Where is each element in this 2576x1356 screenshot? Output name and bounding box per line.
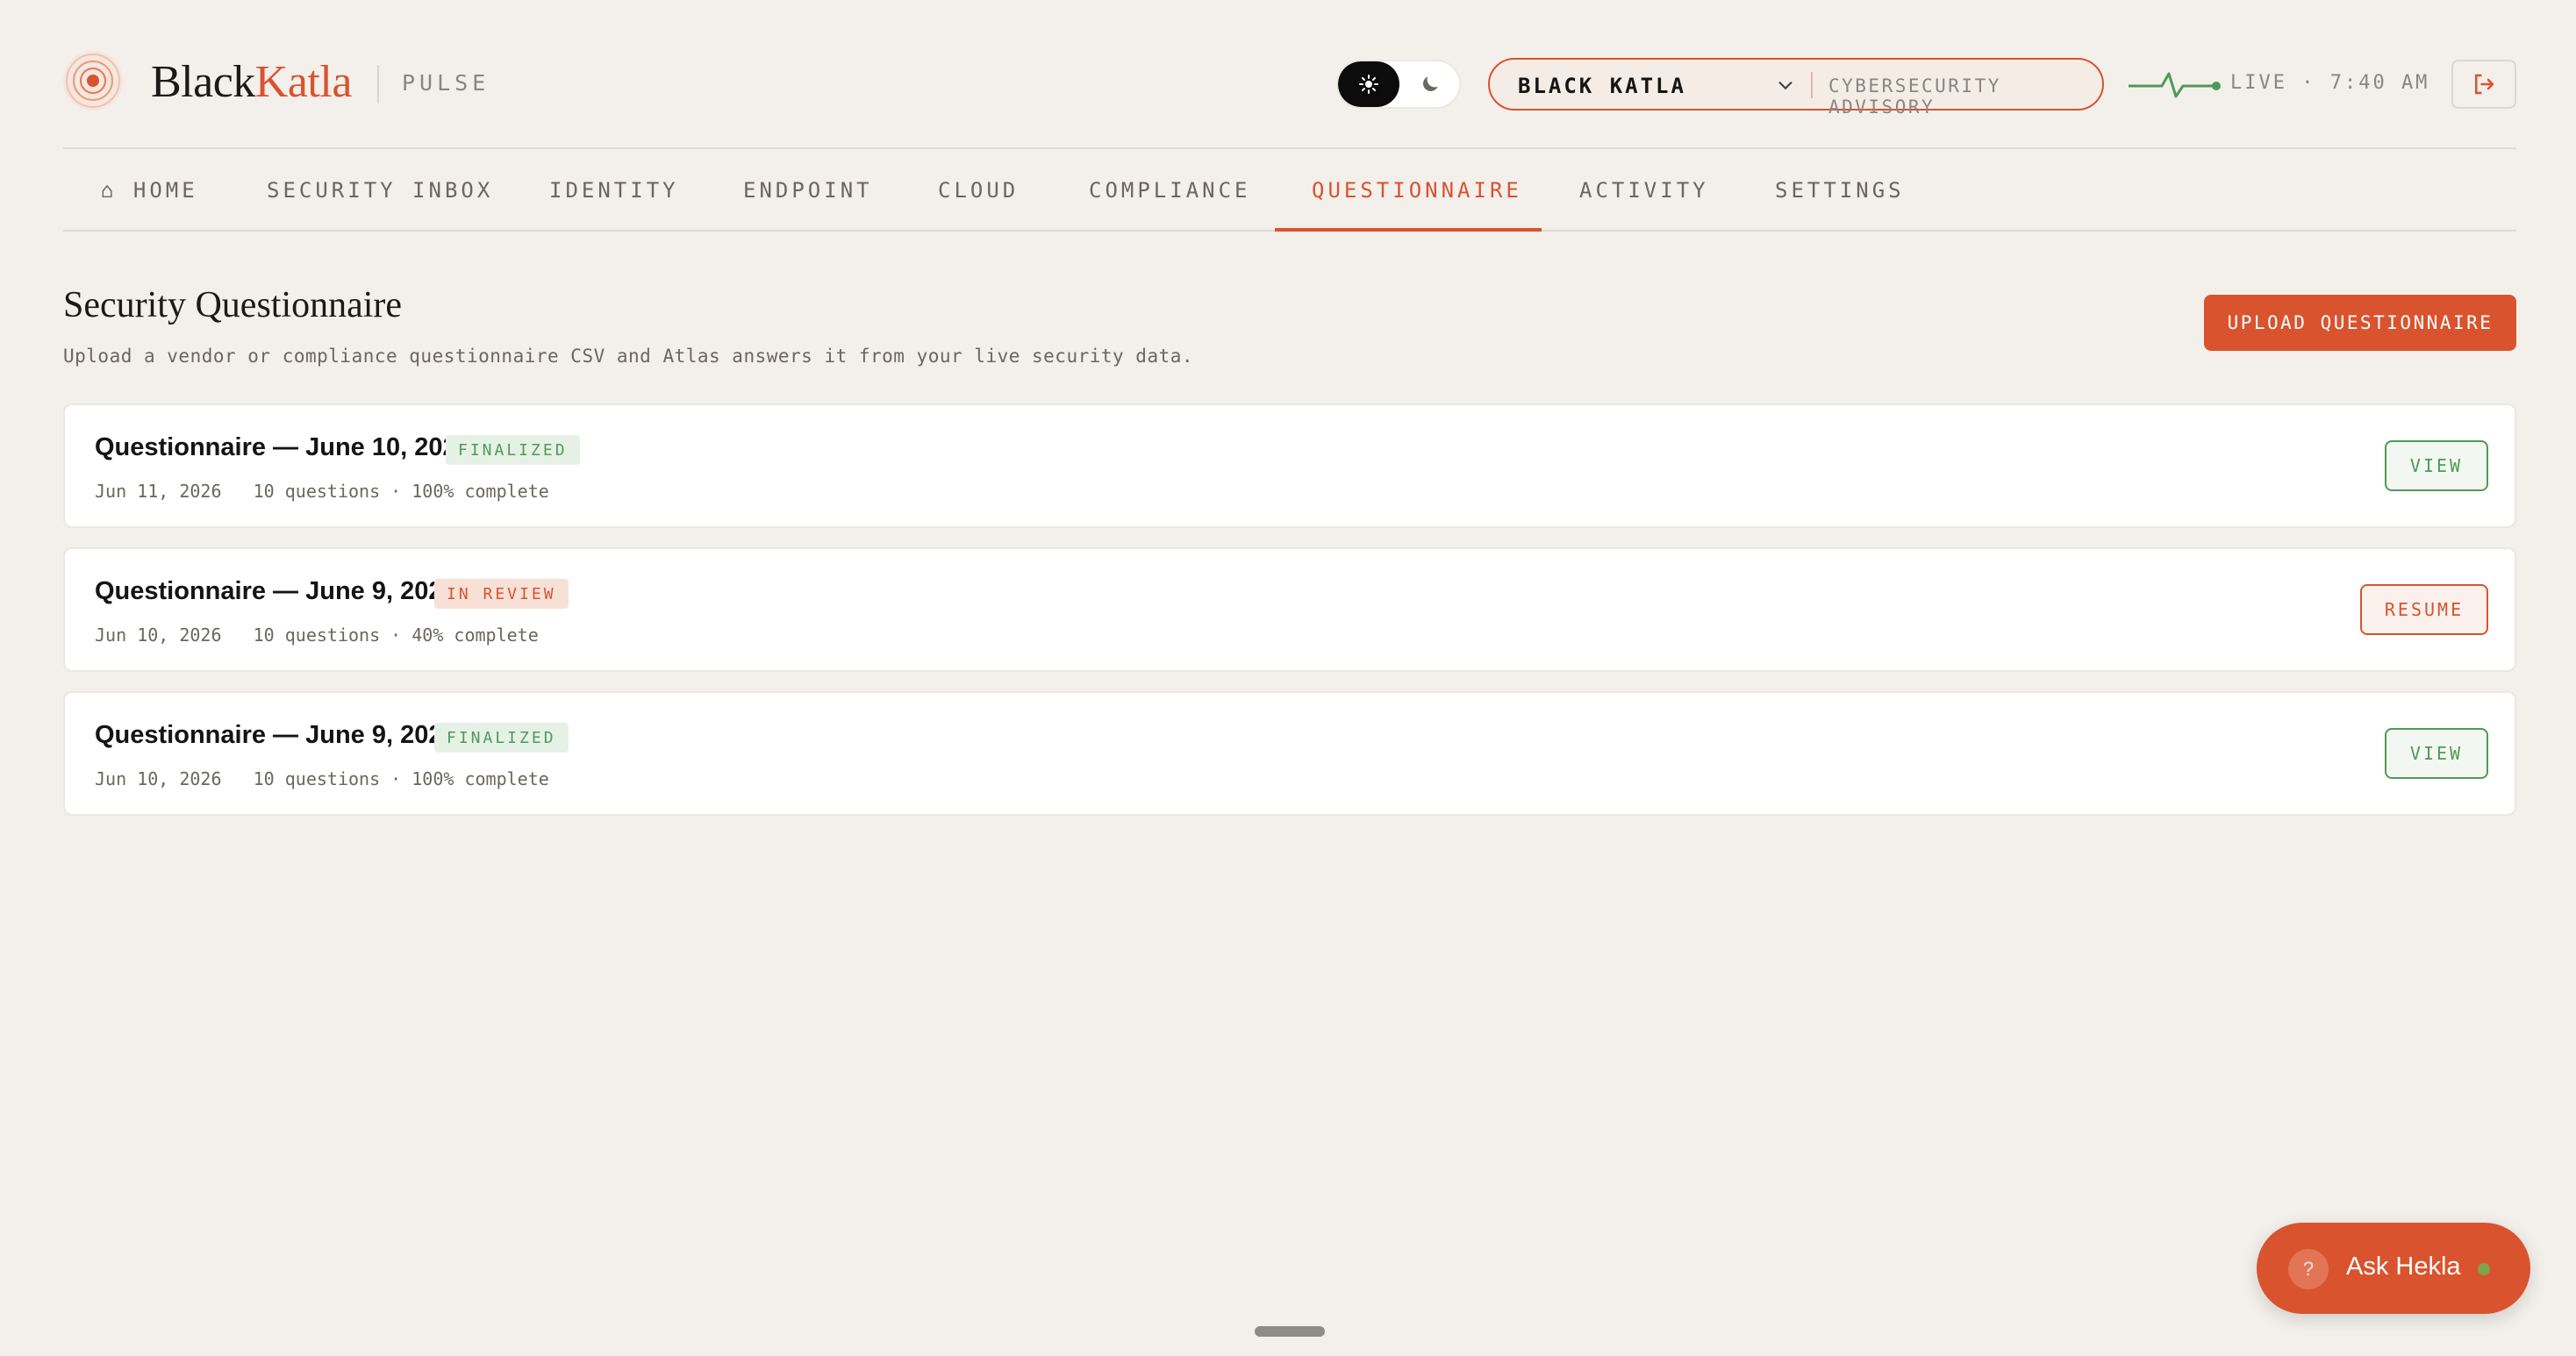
questionnaire-date: Jun 11, 2026	[95, 481, 222, 502]
sun-icon	[1359, 75, 1378, 94]
questionnaire-card[interactable]: Questionnaire — June 9, 2026 FINALIZED J…	[63, 691, 2516, 816]
target-rings-icon[interactable]	[63, 51, 123, 111]
questionnaire-progress: 100% complete	[411, 768, 549, 789]
page-subtitle: Upload a vendor or compliance questionna…	[63, 346, 1194, 367]
questionnaire-question-count: 10 questions	[253, 768, 381, 789]
questionnaire-card[interactable]: Questionnaire — June 9, 2026 IN REVIEW J…	[63, 547, 2516, 672]
product-name: PULSE	[402, 70, 490, 96]
upload-questionnaire-button[interactable]: UPLOAD QUESTIONNAIRE	[2204, 295, 2516, 351]
moon-icon	[1423, 76, 1438, 91]
questionnaire-title: Questionnaire — June 9, 2026	[95, 577, 457, 605]
meta-separator: ·	[390, 624, 402, 646]
logout-button[interactable]	[2451, 60, 2516, 109]
light-theme-option[interactable]	[1338, 61, 1399, 107]
questionnaire-progress: 40% complete	[411, 624, 539, 646]
questionnaire-card[interactable]: Questionnaire — June 10, 2026 FINALIZED …	[63, 403, 2516, 528]
ask-hekla-button[interactable]: ? Ask Hekla	[2257, 1223, 2530, 1314]
main-navigation: ⌂ HOME SECURITY INBOX IDENTITY ENDPOINT …	[63, 147, 2516, 232]
status-badge: FINALIZED	[434, 723, 569, 753]
status-badge: FINALIZED	[446, 435, 580, 465]
active-tab-indicator	[1275, 228, 1542, 232]
theme-toggle[interactable]	[1336, 60, 1461, 109]
tab-activity[interactable]: ACTIVITY	[1579, 149, 1709, 232]
ask-hekla-label: Ask Hekla	[2346, 1253, 2461, 1281]
tab-security-inbox[interactable]: SECURITY INBOX	[267, 149, 493, 232]
meta-separator: ·	[390, 768, 402, 789]
help-icon: ?	[2288, 1249, 2329, 1289]
questionnaire-title: Questionnaire — June 10, 2026	[95, 433, 471, 461]
questionnaire-title: Questionnaire — June 9, 2026	[95, 721, 457, 749]
tab-identity[interactable]: IDENTITY	[549, 149, 679, 232]
questionnaire-progress: 100% complete	[411, 481, 549, 502]
questionnaire-question-count: 10 questions	[253, 624, 381, 646]
logout-icon	[2475, 74, 2494, 95]
tab-endpoint[interactable]: ENDPOINT	[743, 149, 873, 232]
brand-name[interactable]: BlackKatla	[151, 58, 352, 107]
tab-cloud[interactable]: CLOUD	[938, 149, 1019, 232]
tab-compliance[interactable]: COMPLIANCE	[1089, 149, 1251, 232]
chevron-down-icon	[1778, 82, 1792, 90]
tab-settings[interactable]: SETTINGS	[1775, 149, 1905, 232]
questionnaire-meta: Jun 10, 2026 10 questions · 40% complete	[95, 624, 539, 646]
brand-divider	[377, 65, 379, 103]
view-button[interactable]: VIEW	[2385, 728, 2488, 779]
online-status-dot	[2478, 1263, 2490, 1275]
dark-theme-option[interactable]	[1399, 61, 1459, 107]
heartbeat-icon	[2129, 72, 2221, 98]
app-header: BlackKatla PULSE BLACK KATLA CYBERSECURI…	[63, 51, 2516, 147]
resume-button[interactable]: RESUME	[2360, 584, 2488, 635]
questionnaire-question-count: 10 questions	[253, 481, 381, 502]
page-title: Security Questionnaire	[63, 285, 403, 325]
questionnaire-date: Jun 10, 2026	[95, 624, 222, 646]
questionnaire-meta: Jun 10, 2026 10 questions · 100% complet…	[95, 768, 549, 789]
meta-separator: ·	[390, 481, 402, 502]
home-indicator[interactable]	[1255, 1326, 1325, 1337]
questionnaire-date: Jun 10, 2026	[95, 768, 222, 789]
brand-name-part2: Katla	[254, 57, 353, 107]
brand-name-part1: Black	[151, 57, 255, 107]
organization-divider	[1811, 72, 1813, 98]
organization-name: BLACK KATLA	[1518, 74, 1686, 98]
questionnaire-meta: Jun 11, 2026 10 questions · 100% complet…	[95, 481, 549, 502]
view-button[interactable]: VIEW	[2385, 440, 2488, 491]
tab-home[interactable]: ⌂ HOME	[101, 149, 198, 232]
organization-tag: CYBERSECURITY ADVISORY	[1828, 75, 2001, 118]
live-status: LIVE · 7:40 AM	[2230, 72, 2430, 94]
tab-questionnaire[interactable]: QUESTIONNAIRE	[1312, 149, 1522, 232]
organization-selector[interactable]: BLACK KATLA CYBERSECURITY ADVISORY	[1488, 58, 2104, 118]
status-badge: IN REVIEW	[434, 579, 569, 609]
